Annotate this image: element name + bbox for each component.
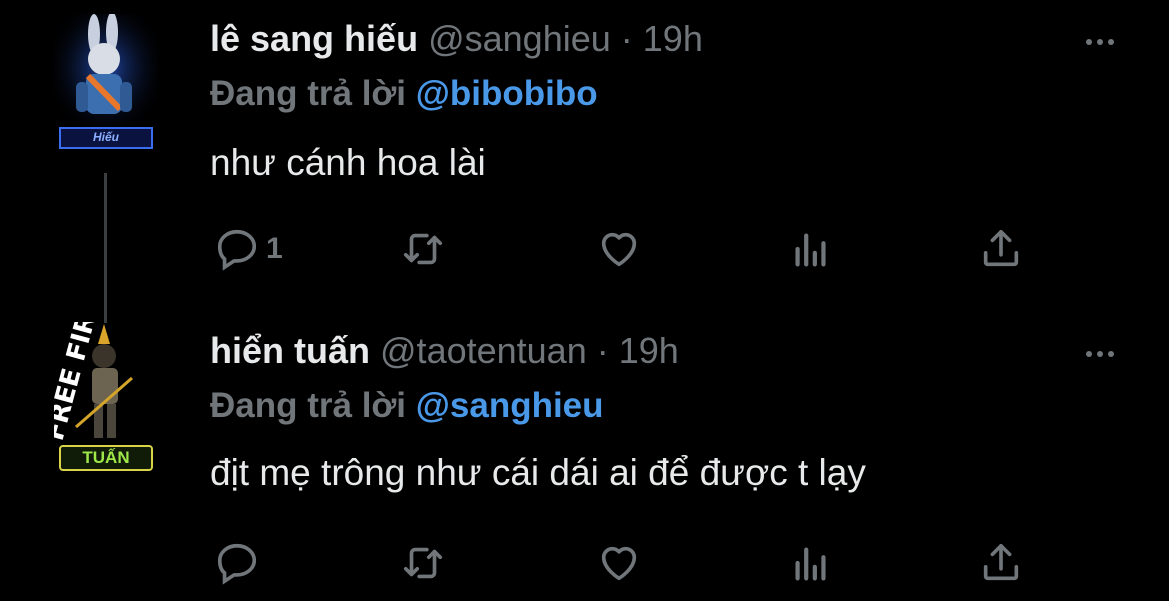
reply-icon [217, 229, 257, 271]
analytics-icon [795, 547, 826, 581]
reply-count: 1 [266, 232, 283, 265]
tweet-1[interactable]: Hiếu lê sang hiếu @sanghieu · 19h Đang t… [0, 0, 1169, 323]
like-icon [601, 232, 637, 267]
like-button[interactable] [596, 540, 642, 586]
share-button[interactable] [978, 226, 1024, 272]
action-bar [210, 540, 1040, 590]
separator: · [620, 18, 633, 59]
handle[interactable]: @sanghieu [428, 18, 611, 59]
display-name[interactable]: lê sang hiếu [210, 18, 418, 59]
handle[interactable]: @taotentuan [380, 330, 587, 371]
display-name[interactable]: hiển tuấn [210, 330, 370, 371]
reply-button[interactable] [214, 540, 266, 586]
analytics-button[interactable] [788, 540, 834, 586]
avatar[interactable]: Hiếu [54, 12, 158, 149]
retweet-button[interactable] [400, 540, 446, 586]
separator: · [596, 330, 609, 371]
retweet-icon [403, 233, 443, 265]
replying-to-label: Đang trả lời [210, 386, 407, 425]
analytics-button[interactable] [788, 226, 834, 272]
mention-link[interactable]: @bibobibo [416, 74, 598, 113]
analytics-icon [795, 233, 826, 267]
mention-link[interactable]: @sanghieu [416, 386, 604, 425]
tweet-text: địt mẹ trông như cái dái ai để được t lạ… [210, 452, 866, 493]
tweet-header: hiển tuấn @taotentuan · 19h [210, 330, 679, 372]
tweet-text: như cánh hoa lài [210, 142, 486, 183]
reply-icon [217, 543, 257, 585]
more-icon[interactable] [1086, 344, 1126, 364]
share-icon [983, 229, 1019, 267]
tweet-2[interactable]: FREE FIRE TUẤN hiển tuấn @taotentuan · 1… [0, 293, 1169, 601]
avatar-caption: TUẤN [82, 448, 130, 467]
more-icon[interactable] [1086, 32, 1126, 52]
like-icon [601, 546, 637, 581]
share-icon [983, 543, 1019, 581]
timestamp[interactable]: 19h [643, 18, 703, 59]
avatar-caption: Hiếu [92, 130, 119, 144]
timestamp[interactable]: 19h [619, 330, 679, 371]
share-button[interactable] [978, 540, 1024, 586]
replying-to: Đang trả lời @bibobibo [210, 74, 598, 114]
avatar[interactable]: FREE FIRE TUẤN [40, 293, 158, 471]
retweet-button[interactable] [400, 226, 446, 272]
action-bar: 1 [210, 226, 1040, 276]
reply-button[interactable]: 1 [214, 226, 283, 272]
like-button[interactable] [596, 226, 642, 272]
replying-to: Đang trả lời @sanghieu [210, 386, 604, 426]
tweet-header: lê sang hiếu @sanghieu · 19h [210, 18, 703, 60]
replying-to-label: Đang trả lời [210, 74, 407, 113]
retweet-icon [403, 547, 443, 579]
